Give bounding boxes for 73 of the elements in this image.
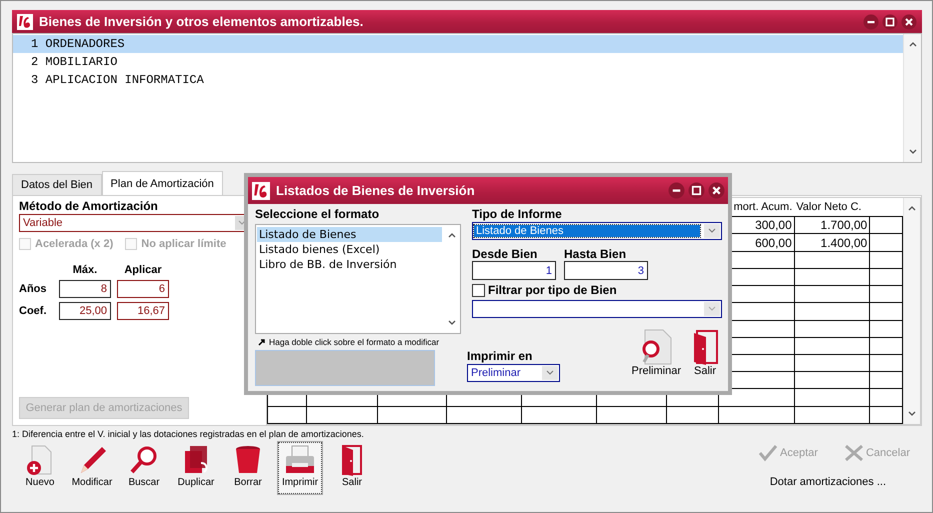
asset-list-item[interactable]: 2 MOBILIARIO bbox=[13, 53, 903, 71]
chevron-down-icon[interactable] bbox=[906, 410, 917, 418]
chevron-down-icon[interactable] bbox=[908, 148, 918, 156]
dialog-title: Listados de Bienes de Inversión bbox=[276, 183, 476, 198]
format-list-item[interactable]: Listado bienes (Excel) bbox=[257, 242, 442, 257]
column-header: Máx. bbox=[72, 264, 98, 276]
table-cell: 600,00 bbox=[755, 236, 792, 250]
scrollbar[interactable] bbox=[902, 198, 920, 424]
asset-list-item[interactable]: 3 APLICACION INFORMATICA bbox=[13, 71, 903, 89]
format-list-item[interactable]: Listado de Bienes bbox=[257, 227, 442, 242]
field-label: Tipo de Informe bbox=[472, 207, 563, 221]
column-header: Valor Neto C. bbox=[796, 201, 862, 214]
maximize-icon[interactable] bbox=[688, 182, 705, 199]
print-destination-dropdown[interactable]: Preliminar bbox=[467, 364, 560, 382]
check-icon bbox=[758, 444, 778, 462]
tab[interactable]: Datos del Bien bbox=[12, 174, 102, 195]
toolbar-button[interactable]: Buscar bbox=[122, 442, 166, 494]
maximize-icon[interactable] bbox=[882, 14, 898, 30]
checkbox[interactable] bbox=[472, 284, 485, 296]
input-field[interactable]: 16,67 bbox=[117, 302, 169, 320]
door-icon bbox=[691, 329, 719, 365]
logo-icon bbox=[252, 182, 270, 200]
post-depreciation-button[interactable]: Dotar amortizaciones ... bbox=[764, 475, 892, 489]
field-label: Seleccione el formato bbox=[255, 207, 380, 221]
chevron-up-icon[interactable] bbox=[446, 231, 456, 239]
minimize-icon[interactable] bbox=[863, 14, 879, 30]
checkbox-label: Filtrar por tipo de Bien bbox=[488, 283, 617, 297]
toolbar-button[interactable]: Salir bbox=[330, 442, 374, 494]
field-label: Imprimir en bbox=[467, 349, 534, 363]
close-icon[interactable] bbox=[708, 182, 725, 199]
minimize-icon[interactable] bbox=[668, 182, 685, 199]
tab[interactable]: Plan de Amortización bbox=[102, 171, 223, 195]
row-label: Coef. bbox=[19, 305, 48, 317]
hint-text: Haga doble click sobre el formato a modificar bbox=[269, 337, 440, 347]
column-header: Aplicar bbox=[123, 264, 163, 276]
row-label: Años bbox=[19, 283, 48, 295]
toolbar-button[interactable]: Modificar bbox=[70, 442, 114, 494]
format-list-item[interactable]: Libro de BB. de Inversión bbox=[257, 257, 442, 272]
toolbar-button[interactable]: Borrar bbox=[226, 442, 270, 494]
field-label: Desde Bien bbox=[472, 247, 538, 261]
caret-icon[interactable] bbox=[542, 366, 558, 380]
field-label: Método de Amortización bbox=[19, 199, 159, 213]
field-label: Hasta Bien bbox=[564, 247, 628, 261]
chevron-up-icon[interactable] bbox=[908, 40, 918, 48]
arrow-icon bbox=[258, 338, 266, 346]
asset-list-item[interactable]: 1 ORDENADORES bbox=[13, 35, 903, 53]
caret-icon[interactable] bbox=[704, 224, 720, 238]
table-cell: 1.700,00 bbox=[820, 218, 868, 232]
table-cell: 1.400,00 bbox=[820, 236, 868, 250]
input-field[interactable]: 3 bbox=[564, 261, 648, 280]
table-cell: 300,00 bbox=[755, 218, 792, 232]
report-type-dropdown[interactable]: Listado de Bienes bbox=[472, 222, 722, 240]
input-field[interactable]: 6 bbox=[117, 280, 169, 298]
scrollbar[interactable] bbox=[903, 34, 921, 162]
input-field[interactable]: 8 bbox=[59, 280, 111, 298]
chevron-up-icon[interactable] bbox=[906, 204, 917, 212]
toolbar-button[interactable]: Imprimir bbox=[278, 442, 322, 494]
input-field[interactable]: 1 bbox=[472, 261, 556, 280]
window-title: Bienes de Inversión y otros elementos amortizables. bbox=[39, 14, 364, 29]
cross-icon bbox=[844, 444, 864, 462]
logo-icon bbox=[17, 14, 33, 30]
column-header: mort. Acum. bbox=[734, 201, 792, 214]
footnote: 1: Diferencia entre el V. inicial y las dotaciones registradas en el plan de amortizaciones. bbox=[12, 429, 365, 441]
asset-type-dropdown[interactable] bbox=[472, 300, 722, 318]
chevron-down-icon[interactable] bbox=[446, 319, 456, 327]
checkbox-label: No aplicar límite bbox=[141, 238, 226, 250]
input-field[interactable]: 25,00 bbox=[59, 302, 111, 320]
dialog-button[interactable]: Salir bbox=[691, 329, 719, 377]
toolbar-button[interactable]: Nuevo bbox=[18, 442, 62, 494]
dialog-button[interactable]: Preliminar bbox=[631, 329, 681, 377]
toolbar-button[interactable]: Duplicar bbox=[174, 442, 218, 494]
checkbox-label: Acelerada (x 2) bbox=[35, 238, 114, 250]
close-icon[interactable] bbox=[901, 14, 917, 30]
